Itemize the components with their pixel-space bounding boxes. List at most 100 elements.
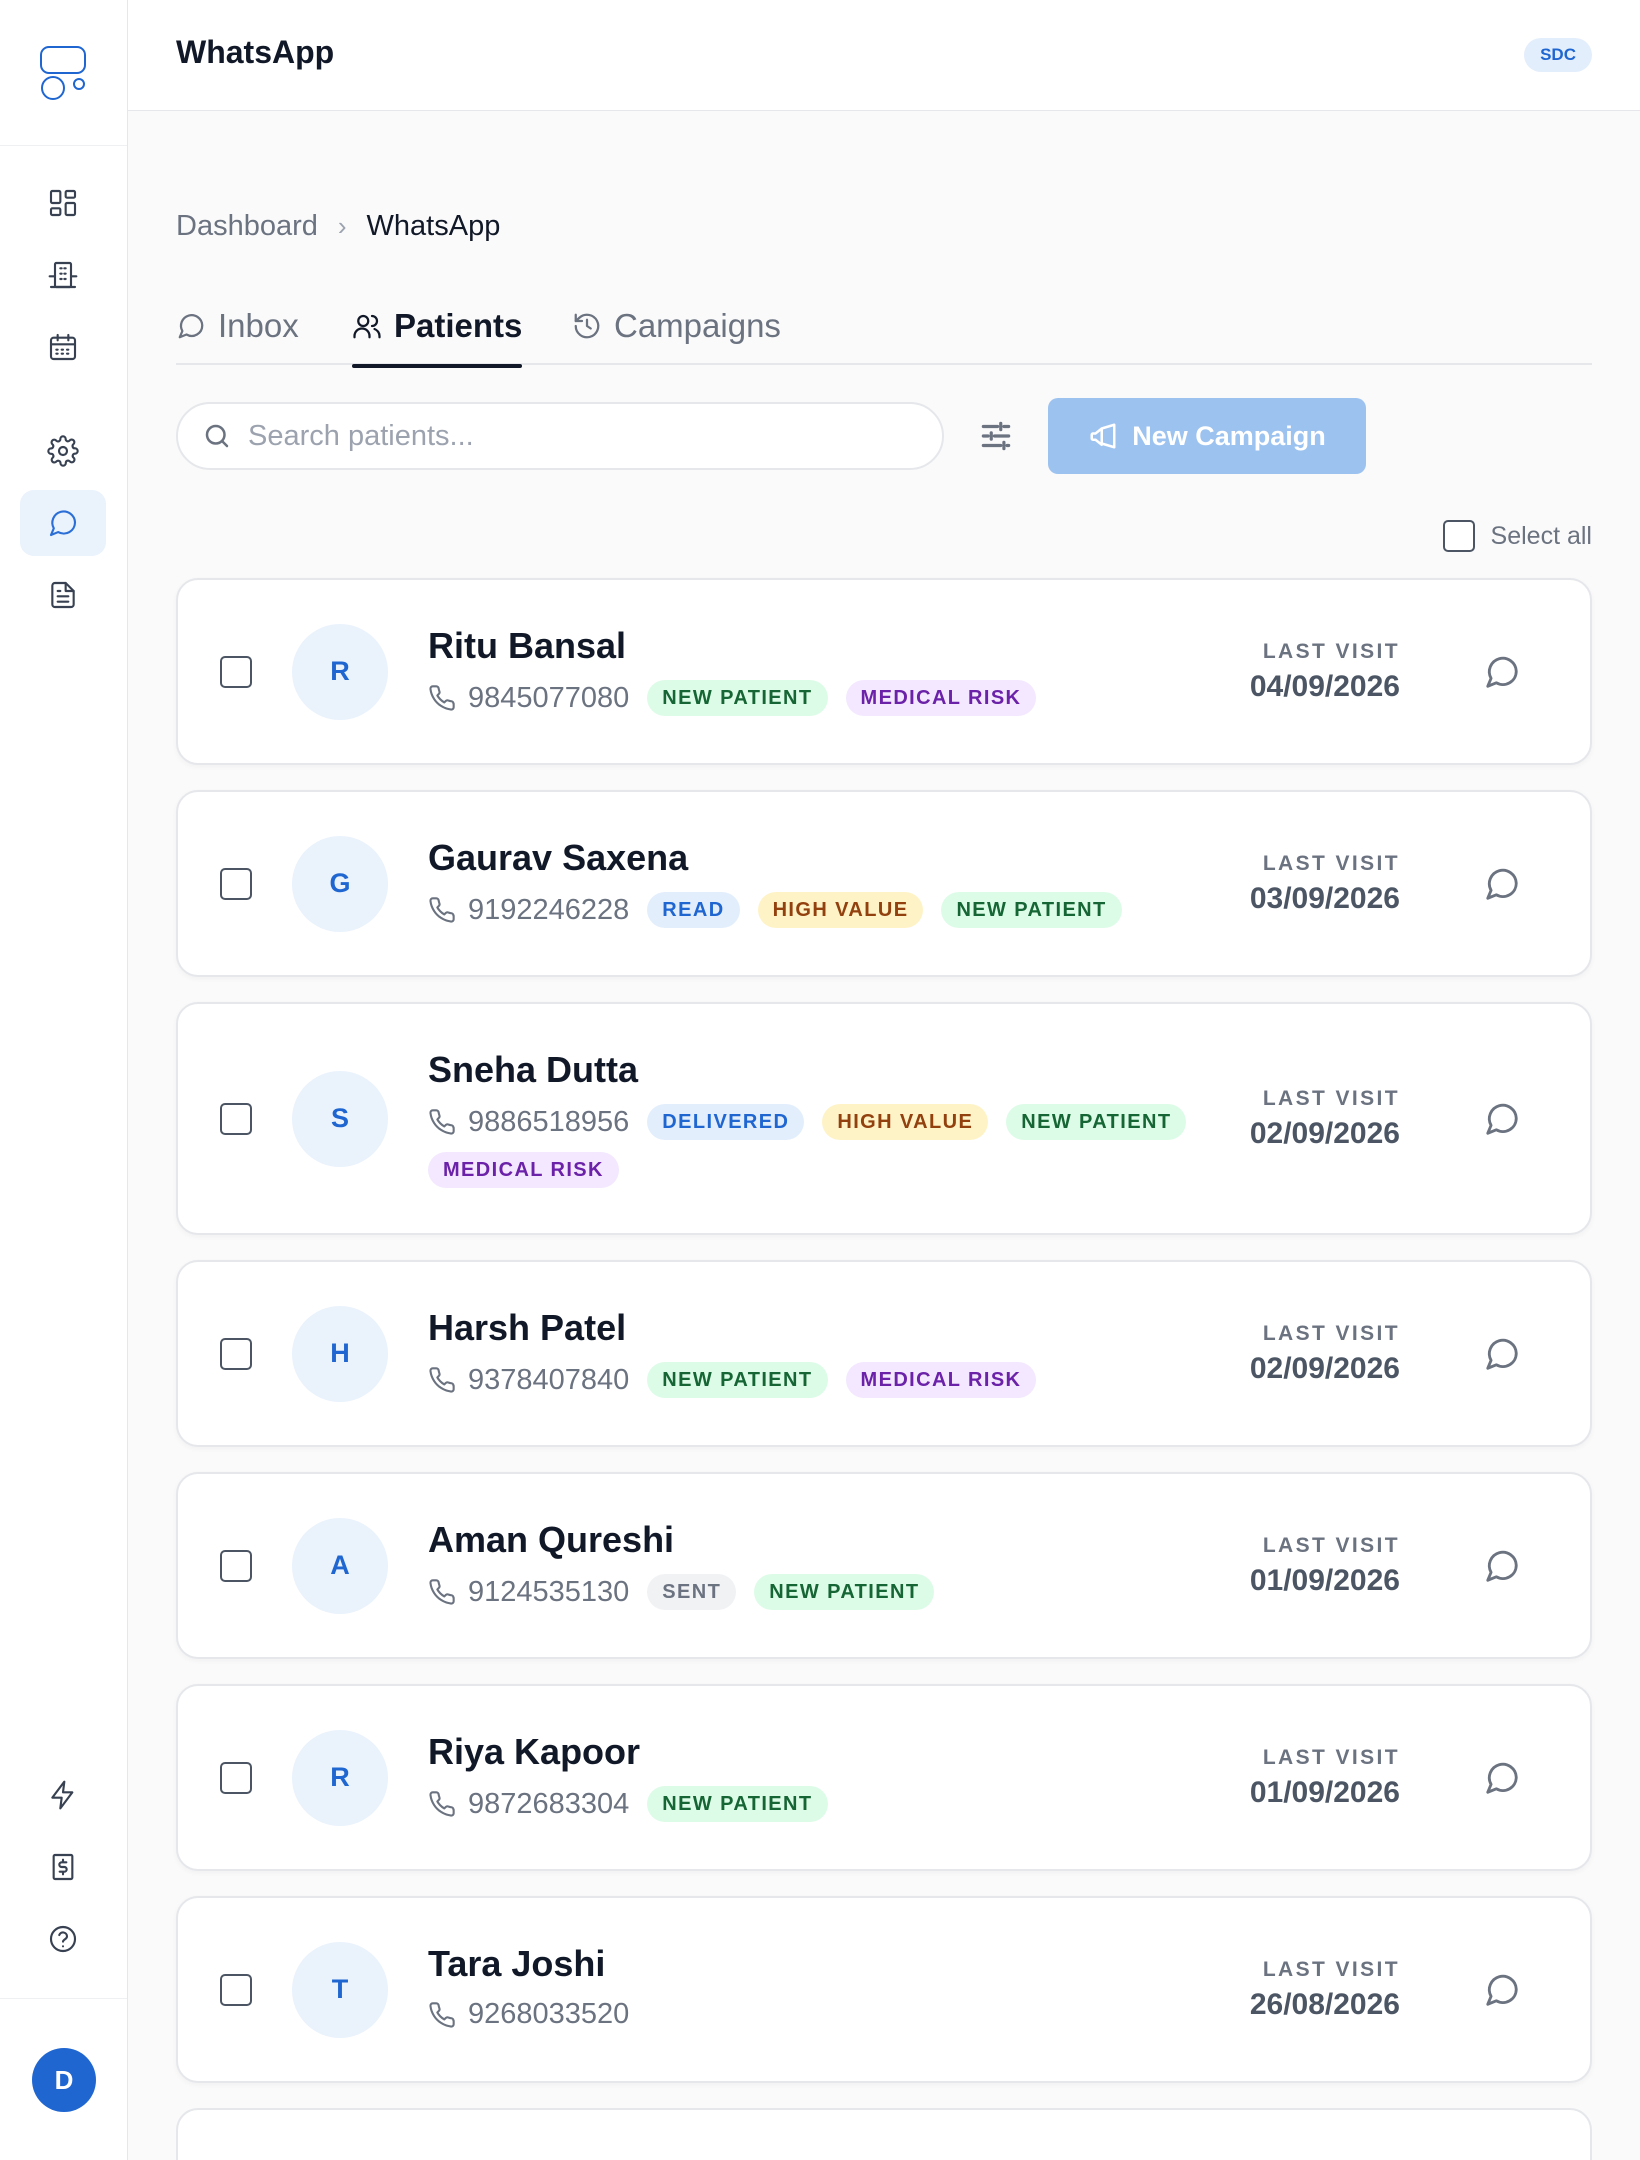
search-box bbox=[176, 402, 944, 470]
last-visit: LAST VISIT 01/09/2026 bbox=[1250, 1746, 1400, 1810]
chat-bubble-icon bbox=[1486, 1338, 1518, 1370]
patient-name: Harsh Patel bbox=[428, 1307, 627, 1348]
new-campaign-label: New Campaign bbox=[1132, 420, 1326, 451]
patient-name: Ritu Bansal bbox=[428, 625, 627, 666]
megaphone-icon bbox=[1090, 423, 1116, 449]
chat-bubble-icon bbox=[1486, 1550, 1518, 1582]
patient-phone-number: 9886518956 bbox=[468, 1105, 630, 1138]
patient-card[interactable]: R Ritu Bansal 9845077080 NEW PATIENT MED… bbox=[176, 578, 1592, 765]
patient-meta: 9872683304 NEW PATIENT bbox=[428, 1786, 1218, 1822]
patient-checkbox[interactable] bbox=[220, 1761, 252, 1794]
phone-icon bbox=[429, 1579, 455, 1605]
nav-settings[interactable] bbox=[20, 418, 106, 484]
tab-patients-label: Patients bbox=[394, 306, 523, 344]
org-badge[interactable]: SDC bbox=[1524, 38, 1592, 72]
patient-info: Tara Joshi 9268033520 bbox=[428, 1942, 1218, 2031]
nav-whatsapp[interactable] bbox=[20, 490, 106, 556]
patient-card[interactable]: H Harsh Patel 9378407840 NEW PATIENT MED… bbox=[176, 1260, 1592, 1447]
patient-phone: 9872683304 bbox=[428, 1788, 629, 1821]
breadcrumb-dashboard-link[interactable]: Dashboard bbox=[176, 210, 318, 243]
patient-name: Aman Qureshi bbox=[428, 1519, 675, 1560]
nav-clinic[interactable] bbox=[20, 242, 106, 308]
patient-checkbox[interactable] bbox=[220, 1337, 252, 1370]
tag-high-value: HIGH VALUE bbox=[822, 1104, 989, 1140]
billing-icon bbox=[52, 1853, 74, 1881]
tag-medical-risk: MEDICAL RISK bbox=[845, 680, 1037, 716]
select-all-label: Select all bbox=[1490, 521, 1592, 550]
users-icon bbox=[353, 314, 381, 338]
patient-card[interactable]: T Tara Joshi 9268033520 LAST VISIT 26/08… bbox=[176, 1896, 1592, 2083]
tab-patients[interactable]: Patients bbox=[352, 286, 523, 368]
tab-inbox-label: Inbox bbox=[218, 306, 299, 344]
sidebar-divider bbox=[0, 1998, 127, 1999]
last-visit-label: LAST VISIT bbox=[1262, 1321, 1400, 1345]
patient-checkbox[interactable] bbox=[220, 1102, 252, 1135]
patient-meta: 9124535130 SENT NEW PATIENT bbox=[428, 1574, 1218, 1610]
phone-icon bbox=[429, 1367, 455, 1393]
calendar-icon bbox=[49, 333, 77, 361]
tag-new-patient: NEW PATIENT bbox=[1006, 1104, 1187, 1140]
tab-inbox[interactable]: Inbox bbox=[176, 286, 299, 365]
nav-automations[interactable] bbox=[20, 1762, 106, 1828]
message-button[interactable] bbox=[1480, 1097, 1524, 1141]
patient-phone: 9268033520 bbox=[428, 1998, 629, 2031]
message-button[interactable] bbox=[1480, 1544, 1524, 1588]
last-visit: LAST VISIT 04/09/2026 bbox=[1250, 640, 1400, 704]
last-visit: LAST VISIT 02/09/2026 bbox=[1250, 1322, 1400, 1386]
chat-bubble-icon bbox=[178, 313, 204, 338]
patient-checkbox[interactable] bbox=[220, 1549, 252, 1582]
nav-billing[interactable] bbox=[20, 1834, 106, 1900]
tab-campaigns[interactable]: Campaigns bbox=[572, 286, 781, 365]
user-avatar[interactable]: D bbox=[32, 2048, 96, 2112]
tag-sent: SENT bbox=[647, 1574, 737, 1610]
last-visit-date: 01/09/2026 bbox=[1249, 1563, 1400, 1597]
patient-card[interactable]: R Riya Kapoor 9872683304 NEW PATIENT LAS… bbox=[176, 1684, 1592, 1871]
logo-icon bbox=[39, 45, 86, 100]
tag-new-patient: NEW PATIENT bbox=[647, 680, 828, 716]
message-button[interactable] bbox=[1480, 1968, 1524, 2012]
chat-bubble-icon bbox=[1486, 1103, 1518, 1135]
new-campaign-button[interactable]: New Campaign bbox=[1048, 398, 1366, 474]
select-all-checkbox[interactable] bbox=[1442, 520, 1475, 552]
patient-checkbox[interactable] bbox=[220, 655, 252, 688]
nav-dashboard[interactable] bbox=[20, 170, 106, 236]
tag-delivered: DELIVERED bbox=[647, 1104, 805, 1140]
building-icon bbox=[48, 261, 78, 289]
patient-card-partial[interactable] bbox=[176, 2108, 1592, 2160]
patient-phone-number: 9192246228 bbox=[468, 893, 630, 926]
patient-info: Gaurav Saxena 9192246228 READ HIGH VALUE… bbox=[428, 836, 1218, 928]
tag-new-patient: NEW PATIENT bbox=[941, 892, 1122, 928]
search-icon bbox=[205, 424, 229, 448]
patient-avatar: A bbox=[292, 1517, 388, 1614]
patient-info: Riya Kapoor 9872683304 NEW PATIENT bbox=[428, 1730, 1218, 1822]
message-button[interactable] bbox=[1480, 1332, 1524, 1376]
last-visit: LAST VISIT 01/09/2026 bbox=[1250, 1534, 1400, 1598]
patient-card[interactable]: S Sneha Dutta 9886518956 DELIVERED HIGH … bbox=[176, 1002, 1592, 1235]
patient-avatar: T bbox=[292, 1941, 388, 2038]
last-visit-label: LAST VISIT bbox=[1262, 1086, 1400, 1110]
tag-read: READ bbox=[647, 892, 740, 928]
message-button[interactable] bbox=[1480, 862, 1524, 906]
patient-checkbox[interactable] bbox=[220, 1973, 252, 2006]
message-button[interactable] bbox=[1480, 1756, 1524, 1800]
breadcrumb-current: WhatsApp bbox=[366, 210, 501, 242]
patient-phone: 9124535130 bbox=[428, 1576, 629, 1609]
last-visit: LAST VISIT 03/09/2026 bbox=[1250, 852, 1400, 916]
tag-high-value: HIGH VALUE bbox=[757, 892, 924, 928]
nav-calendar[interactable] bbox=[20, 314, 106, 380]
search-input[interactable] bbox=[248, 419, 888, 453]
patient-card[interactable]: A Aman Qureshi 9124535130 SENT NEW PATIE… bbox=[176, 1472, 1592, 1659]
last-visit-label: LAST VISIT bbox=[1262, 639, 1400, 663]
message-button[interactable] bbox=[1480, 650, 1524, 694]
patient-checkbox[interactable] bbox=[220, 867, 252, 900]
last-visit-date: 02/09/2026 bbox=[1249, 1116, 1400, 1150]
tag-new-patient: NEW PATIENT bbox=[754, 1574, 935, 1610]
patient-card[interactable]: G Gaurav Saxena 9192246228 READ HIGH VAL… bbox=[176, 790, 1592, 977]
nav-documents[interactable] bbox=[20, 562, 106, 628]
app-logo[interactable] bbox=[0, 0, 127, 146]
phone-icon bbox=[429, 897, 455, 923]
nav-help[interactable] bbox=[20, 1906, 106, 1972]
filter-button[interactable] bbox=[972, 412, 1020, 460]
patient-name: Sneha Dutta bbox=[428, 1049, 639, 1090]
last-visit-date: 03/09/2026 bbox=[1249, 881, 1400, 915]
